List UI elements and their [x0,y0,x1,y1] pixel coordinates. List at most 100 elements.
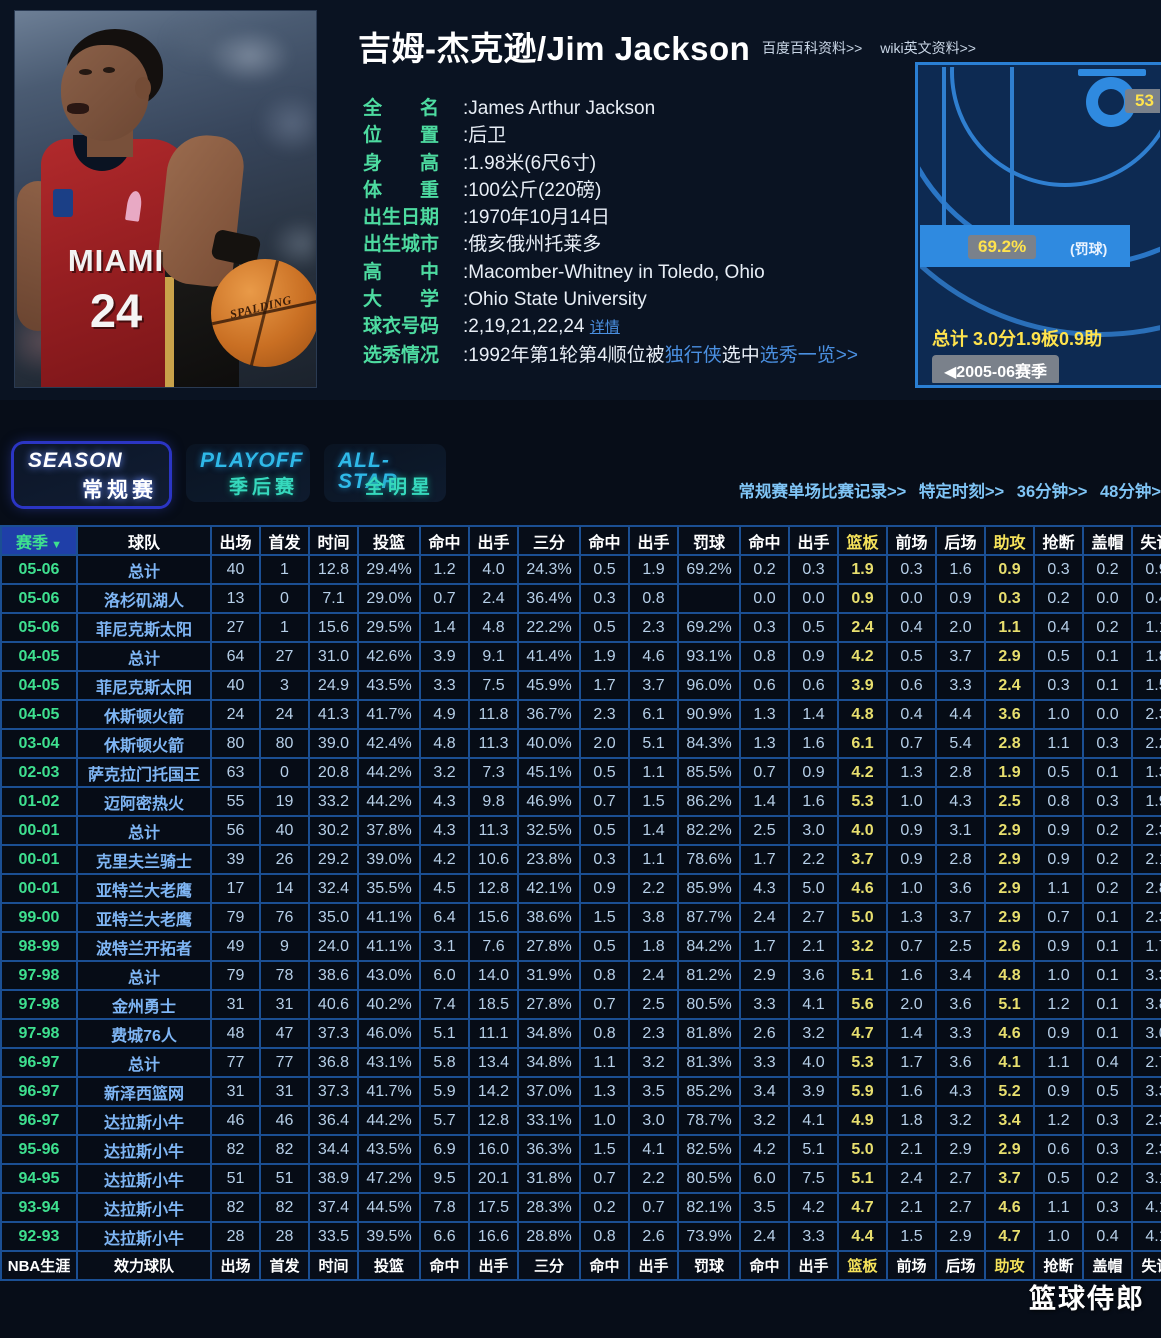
footer-header-14[interactable]: 篮板 [839,1252,886,1279]
jersey-detail-link[interactable]: 详情 [590,319,620,336]
column-header-16[interactable]: 后场 [937,527,984,554]
tab-playoff[interactable]: PLAYOFF 季后赛 [186,444,310,502]
link-clutch[interactable]: 特定时刻>> [919,483,1004,501]
draft-list-link[interactable]: 选秀一览>> [760,345,858,366]
column-header-14[interactable]: 篮板 [839,527,886,554]
cell-team[interactable]: 洛杉矶湖人 [78,585,210,612]
table-row[interactable]: 92-93 达拉斯小牛 28 28 33.5 39.5% 6.6 16.6 28.8% 0.8 2.… [2,1223,1161,1250]
cell-team[interactable]: 达拉斯小牛 [78,1136,210,1163]
wiki-link[interactable]: wiki英文资料>> [880,40,976,56]
footer-header-0[interactable]: NBA生涯 [2,1252,76,1279]
table-row[interactable]: 04-05 休斯顿火箭 24 24 41.3 41.7% 4.9 11.8 36.7% 2.3 6.… [2,701,1161,728]
table-row[interactable]: 97-98 总计 79 78 38.6 43.0% 6.0 14.0 31.9% 0.8 2.4 81… [2,962,1161,989]
footer-header-5[interactable]: 投篮 [359,1252,419,1279]
footer-header-8[interactable]: 三分 [519,1252,579,1279]
column-header-13[interactable]: 出手 [790,527,837,554]
column-header-15[interactable]: 前场 [888,527,935,554]
cell-team[interactable]: 总计 [78,556,210,583]
table-row[interactable]: 95-96 达拉斯小牛 82 82 34.4 43.5% 6.9 16.0 36.3% 1.5 4.… [2,1136,1161,1163]
cell-team[interactable]: 达拉斯小牛 [78,1107,210,1134]
table-row[interactable]: 00-01 亚特兰大老鹰 17 14 32.4 35.5% 4.5 12.8 42.1% 0.9 2… [2,875,1161,902]
cell-team[interactable]: 总计 [78,643,210,670]
table-row[interactable]: 00-01 总计 56 40 30.2 37.8% 4.3 11.3 32.5% 0.5 1.4 82… [2,817,1161,844]
footer-header-18[interactable]: 抢断 [1035,1252,1082,1279]
shot-chart-panel[interactable]: 53 69.2% (罚球) 总计 3.0分1.9板0.9助 ◀2005-06赛季 [915,62,1161,388]
cell-team[interactable]: 萨克拉门托国王 [78,759,210,786]
table-row[interactable]: 96-97 新泽西篮网 31 31 37.3 41.7% 5.9 14.2 37.0% 1.3 3.… [2,1078,1161,1105]
column-header-12[interactable]: 命中 [741,527,788,554]
table-row[interactable]: 99-00 亚特兰大老鹰 79 76 35.0 41.1% 6.4 15.6 38.6% 1.5 3… [2,904,1161,931]
draft-team-link[interactable]: 独行侠 [665,345,722,366]
cell-team[interactable]: 达拉斯小牛 [78,1223,210,1250]
column-header-11[interactable]: 罚球 [679,527,739,554]
table-row[interactable]: 03-04 休斯顿火箭 80 80 39.0 42.4% 4.8 11.3 40.0% 2.0 5.… [2,730,1161,757]
shot-chart-season-selector[interactable]: ◀2005-06赛季 [932,355,1060,383]
footer-header-15[interactable]: 前场 [888,1252,935,1279]
table-row[interactable]: 04-05 菲尼克斯太阳 40 3 24.9 43.5% 3.3 7.5 45.9% 1.7 3.7… [2,672,1161,699]
tab-allstar[interactable]: ALL-STAR 全明星 [324,444,446,502]
cell-team[interactable]: 总计 [78,1049,210,1076]
link-per36[interactable]: 36分钟>> [1017,483,1088,501]
footer-header-20[interactable]: 失误 [1133,1252,1161,1279]
cell-team[interactable]: 菲尼克斯太阳 [78,672,210,699]
cell-team[interactable]: 亚特兰大老鹰 [78,875,210,902]
table-row[interactable]: 97-98 费城76人 48 47 37.3 46.0% 5.1 11.1 34.8% 0.8 2.… [2,1020,1161,1047]
footer-header-19[interactable]: 盖帽 [1084,1252,1131,1279]
column-header-18[interactable]: 抢断 [1035,527,1082,554]
cell-team[interactable]: 亚特兰大老鹰 [78,904,210,931]
footer-header-2[interactable]: 出场 [212,1252,259,1279]
column-header-3[interactable]: 首发 [261,527,308,554]
cell-team[interactable]: 休斯顿火箭 [78,701,210,728]
table-row[interactable]: 02-03 萨克拉门托国王 63 0 20.8 44.2% 3.2 7.3 45.1% 0.5 1.… [2,759,1161,786]
column-header-1[interactable]: 球队 [78,527,210,554]
cell-team[interactable]: 达拉斯小牛 [78,1165,210,1192]
table-row[interactable]: 00-01 克里夫兰骑士 39 26 29.2 39.0% 4.2 10.6 23.8% 0.3 1… [2,846,1161,873]
footer-header-1[interactable]: 效力球队 [78,1252,210,1279]
footer-header-12[interactable]: 命中 [741,1252,788,1279]
table-row[interactable]: 05-06 菲尼克斯太阳 27 1 15.6 29.5% 1.4 4.8 22.2% 0.5 2.3… [2,614,1161,641]
column-header-19[interactable]: 盖帽 [1084,527,1131,554]
column-header-10[interactable]: 出手 [630,527,677,554]
table-row[interactable]: 04-05 总计 64 27 31.0 42.6% 3.9 9.1 41.4% 1.9 4.6 93.… [2,643,1161,670]
footer-header-4[interactable]: 时间 [310,1252,357,1279]
footer-header-10[interactable]: 出手 [630,1252,677,1279]
column-header-17[interactable]: 助攻 [986,527,1033,554]
table-row[interactable]: 94-95 达拉斯小牛 51 51 38.9 47.2% 9.5 20.1 31.8% 0.7 2.… [2,1165,1161,1192]
link-game-log[interactable]: 常规赛单场比赛记录>> [739,483,907,501]
tab-season[interactable]: SEASON 常规赛 [14,444,169,506]
column-header-6[interactable]: 命中 [421,527,468,554]
footer-header-3[interactable]: 首发 [261,1252,308,1279]
footer-header-16[interactable]: 后场 [937,1252,984,1279]
footer-header-9[interactable]: 命中 [581,1252,628,1279]
cell-team[interactable]: 休斯顿火箭 [78,730,210,757]
table-row[interactable]: 97-98 金州勇士 31 31 40.6 40.2% 7.4 18.5 27.8% 0.7 2.5… [2,991,1161,1018]
cell-team[interactable]: 波特兰开拓者 [78,933,210,960]
table-row[interactable]: 93-94 达拉斯小牛 82 82 37.4 44.5% 7.8 17.5 28.3% 0.2 0.… [2,1194,1161,1221]
column-header-8[interactable]: 三分 [519,527,579,554]
footer-header-7[interactable]: 出手 [470,1252,517,1279]
table-row[interactable]: 01-02 迈阿密热火 55 19 33.2 44.2% 4.3 9.8 46.9% 0.7 1.5… [2,788,1161,815]
column-header-0[interactable]: 赛季 ▼ [2,527,76,554]
column-header-4[interactable]: 时间 [310,527,357,554]
column-header-5[interactable]: 投篮 [359,527,419,554]
table-row[interactable]: 96-97 达拉斯小牛 46 46 36.4 44.2% 5.7 12.8 33.1% 1.0 3.… [2,1107,1161,1134]
table-row[interactable]: 05-06 洛杉矶湖人 13 0 7.1 29.0% 0.7 2.4 36.4% 0.3 0.8 0.… [2,585,1161,612]
cell-team[interactable]: 总计 [78,962,210,989]
footer-header-17[interactable]: 助攻 [986,1252,1033,1279]
cell-team[interactable]: 新泽西篮网 [78,1078,210,1105]
footer-header-6[interactable]: 命中 [421,1252,468,1279]
column-header-7[interactable]: 出手 [470,527,517,554]
column-header-2[interactable]: 出场 [212,527,259,554]
table-row[interactable]: 96-97 总计 77 77 36.8 43.1% 5.8 13.4 34.8% 1.1 3.2 81… [2,1049,1161,1076]
link-per48[interactable]: 48分钟> [1100,483,1161,501]
footer-header-13[interactable]: 出手 [790,1252,837,1279]
cell-team[interactable]: 迈阿密热火 [78,788,210,815]
column-header-9[interactable]: 命中 [581,527,628,554]
cell-team[interactable]: 菲尼克斯太阳 [78,614,210,641]
table-row[interactable]: 98-99 波特兰开拓者 49 9 24.0 41.1% 3.1 7.6 27.8% 0.5 1.8… [2,933,1161,960]
baidu-baike-link[interactable]: 百度百科资料>> [762,40,862,56]
footer-header-11[interactable]: 罚球 [679,1252,739,1279]
cell-team[interactable]: 达拉斯小牛 [78,1194,210,1221]
table-row[interactable]: 05-06 总计 40 1 12.8 29.4% 1.2 4.0 24.3% 0.5 1.9 69.2… [2,556,1161,583]
cell-team[interactable]: 费城76人 [78,1020,210,1047]
